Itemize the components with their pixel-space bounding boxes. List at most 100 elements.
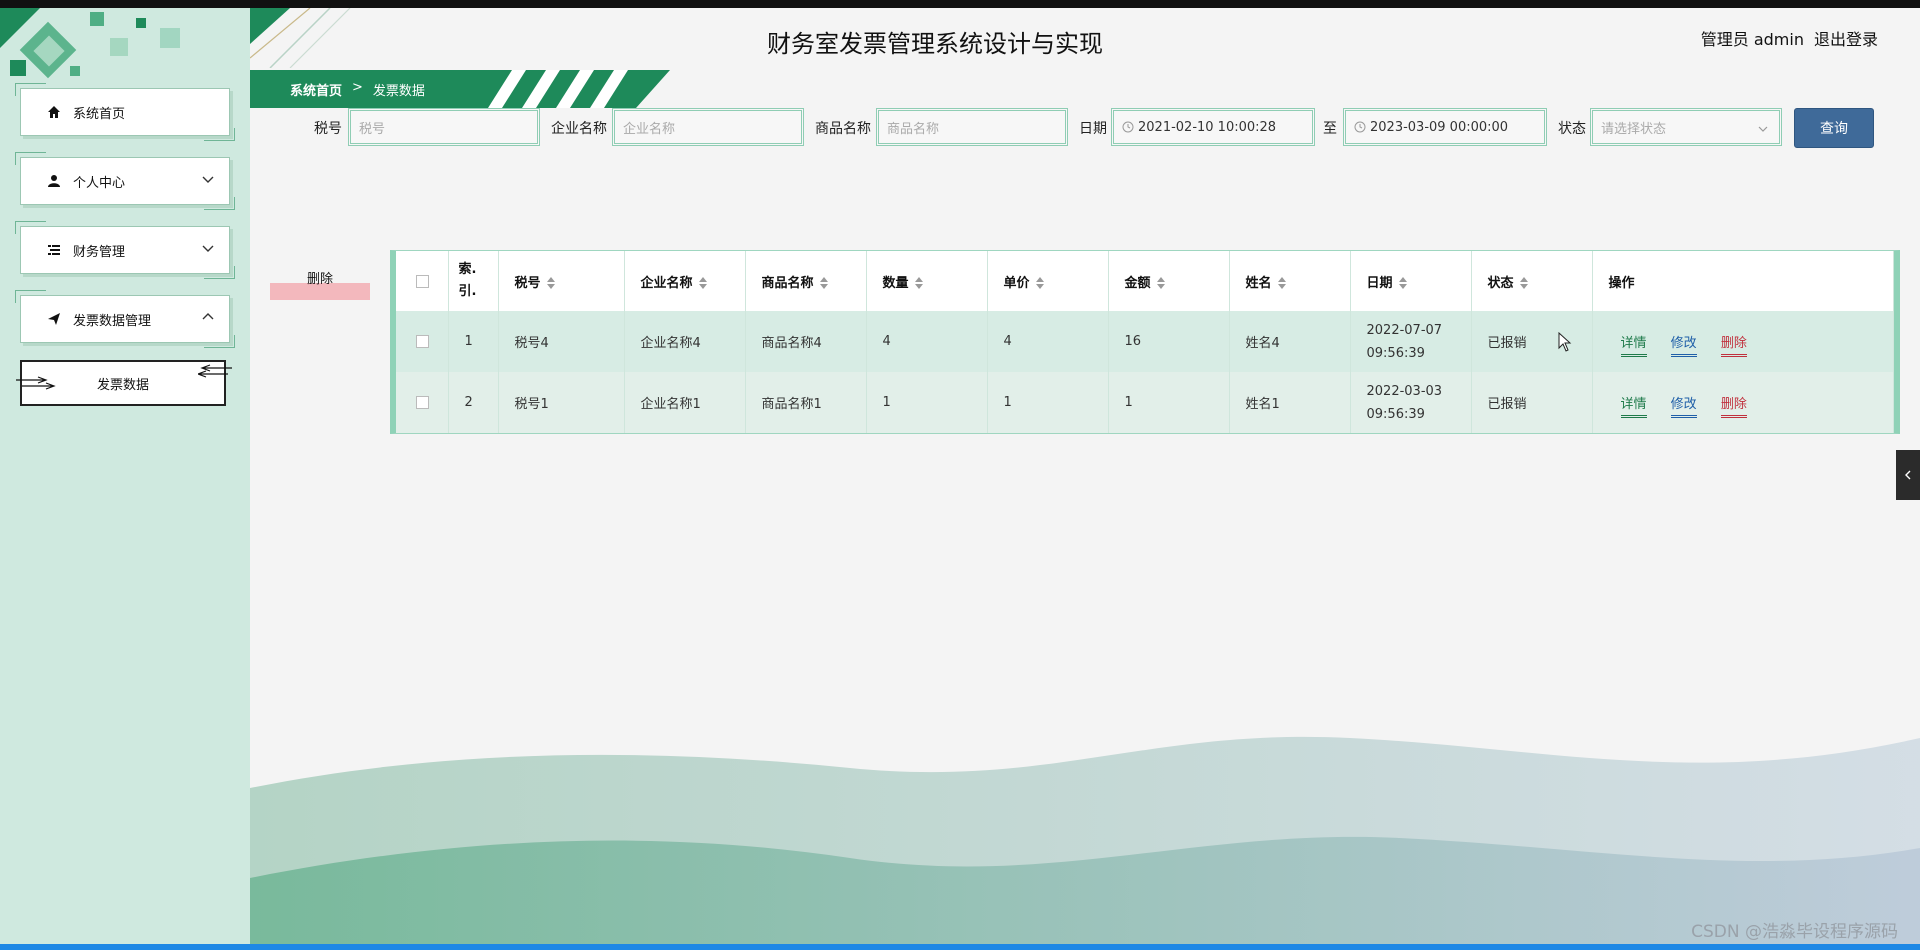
product-label: 商品名称 — [815, 121, 871, 137]
row-select-cell[interactable] — [396, 372, 449, 433]
date-label: 日期 — [1079, 121, 1107, 137]
cell-qty: 1 — [866, 372, 988, 433]
tax-no-input[interactable]: 税号 — [348, 108, 540, 146]
header-qty[interactable]: 数量 — [866, 251, 988, 311]
send-icon — [45, 310, 63, 328]
user-label: 管理员 admin — [1700, 30, 1804, 49]
cell-status: 已报销 — [1471, 311, 1593, 372]
mouse-cursor-icon — [1558, 332, 1572, 352]
cell-index: 2 — [448, 372, 499, 433]
cell-qty: 4 — [866, 311, 988, 372]
select-all-cell[interactable] — [396, 251, 449, 311]
cell-amount: 1 — [1108, 372, 1230, 433]
cell-product: 商品名称1 — [745, 372, 867, 433]
sort-icon[interactable] — [1035, 277, 1044, 289]
sidebar-subitem-invoice-data[interactable]: 发票数据 — [16, 360, 232, 406]
cell-actions: 详情 修改 删除 — [1592, 311, 1894, 372]
wave-background — [250, 736, 1920, 944]
cell-name: 姓名1 — [1229, 372, 1351, 433]
sort-icon[interactable] — [1519, 277, 1528, 289]
sidebar-item-invoice-management[interactable]: 发票数据管理 — [15, 290, 235, 348]
header-tax-no[interactable]: 税号 — [498, 251, 625, 311]
date-to-value: 2023-03-09 00:00:00 — [1370, 119, 1509, 135]
sidebar-subitem-label: 发票数据 — [96, 377, 149, 393]
tax-no-label: 税号 — [314, 121, 342, 137]
header-status[interactable]: 状态 — [1471, 251, 1593, 311]
arrows-icon — [16, 376, 56, 390]
sort-icon[interactable] — [1156, 277, 1165, 289]
breadcrumb-home[interactable]: 系统首页 — [290, 80, 342, 99]
sidebar-item-personal-center[interactable]: 个人中心 — [15, 152, 235, 210]
edit-button[interactable]: 修改 — [1670, 397, 1697, 418]
batch-delete-button[interactable]: 删除 — [270, 262, 370, 300]
window-top-bar — [0, 0, 1920, 8]
sidebar-item-label: 个人中心 — [73, 175, 126, 191]
breadcrumb: 系统首页 > 发票数据 — [290, 80, 425, 99]
date-to-label: 至 — [1323, 121, 1337, 137]
delete-button[interactable]: 删除 — [1720, 336, 1747, 357]
company-input[interactable]: 企业名称 — [612, 108, 804, 146]
chevron-down-icon — [202, 176, 214, 183]
delete-button[interactable]: 删除 — [1720, 397, 1747, 418]
query-button[interactable]: 查询 — [1794, 108, 1874, 148]
header-name[interactable]: 姓名 — [1229, 251, 1351, 311]
cell-actions: 详情 修改 删除 — [1592, 372, 1894, 433]
main-content: 财务室发票管理系统设计与实现 管理员 admin 退出登录 系统首页 > 发票数… — [250, 8, 1920, 944]
chevron-left-icon — [1905, 470, 1911, 480]
sidebar-item-label: 财务管理 — [73, 244, 126, 260]
row-checkbox[interactable] — [416, 396, 429, 409]
list-icon — [45, 241, 63, 259]
row-select-cell[interactable] — [396, 311, 449, 372]
status-select[interactable]: 请选择状态 — [1590, 108, 1782, 146]
company-label: 企业名称 — [551, 121, 607, 137]
cell-company: 企业名称4 — [624, 311, 746, 372]
header-index: 索. 引. — [448, 251, 499, 311]
table-header-row: 索. 引. 税号 企业名称 商品名称 数量 单价 金额 姓名 日期 状态 操作 — [396, 251, 1894, 311]
date-to-input[interactable]: 2023-03-09 00:00:00 — [1343, 108, 1547, 146]
chevron-up-icon — [202, 313, 214, 320]
status-label: 状态 — [1558, 121, 1586, 137]
logout-link[interactable]: 退出登录 — [1814, 26, 1878, 50]
edit-button[interactable]: 修改 — [1670, 336, 1697, 357]
product-input[interactable]: 商品名称 — [876, 108, 1068, 146]
select-all-checkbox[interactable] — [416, 274, 429, 288]
row-checkbox[interactable] — [416, 335, 429, 348]
page-title: 财务室发票管理系统设计与实现 — [767, 30, 1103, 58]
chevron-down-icon — [202, 245, 214, 252]
detail-button[interactable]: 详情 — [1620, 336, 1647, 357]
sidebar-item-label: 发票数据管理 — [73, 313, 152, 329]
header-date[interactable]: 日期 — [1350, 251, 1472, 311]
sort-icon[interactable] — [819, 277, 828, 289]
detail-button[interactable]: 详情 — [1620, 397, 1647, 418]
sort-icon[interactable] — [698, 277, 707, 289]
cell-company: 企业名称1 — [624, 372, 746, 433]
cell-tax-no: 税号4 — [498, 311, 625, 372]
chevron-down-icon — [1758, 126, 1768, 132]
invoice-table: 索. 引. 税号 企业名称 商品名称 数量 单价 金额 姓名 日期 状态 操作 1 — [390, 250, 1900, 434]
side-panel-toggle[interactable] — [1896, 450, 1920, 500]
watermark: CSDN @浩淼毕设程序源码 — [1691, 922, 1898, 942]
sort-icon[interactable] — [1277, 277, 1286, 289]
cell-tax-no: 税号1 — [498, 372, 625, 433]
sort-icon[interactable] — [546, 277, 555, 289]
date-from-value: 2021-02-10 10:00:28 — [1138, 119, 1277, 135]
header-actions: 操作 — [1592, 251, 1894, 311]
sort-icon[interactable] — [914, 277, 923, 289]
sidebar-item-finance[interactable]: 财务管理 — [15, 221, 235, 279]
sort-icon[interactable] — [1398, 277, 1407, 289]
user-icon — [45, 172, 63, 190]
cell-product: 商品名称4 — [745, 311, 867, 372]
header-product[interactable]: 商品名称 — [745, 251, 867, 311]
date-from-input[interactable]: 2021-02-10 10:00:28 — [1111, 108, 1315, 146]
header-price[interactable]: 单价 — [987, 251, 1109, 311]
header-company[interactable]: 企业名称 — [624, 251, 746, 311]
sidebar: 系统首页 个人中心 财务管理 发票数据管理 发票数据 — [0, 8, 250, 944]
cell-price: 1 — [987, 372, 1109, 433]
user-area: 管理员 admin 退出登录 — [1701, 26, 1878, 50]
header-amount[interactable]: 金额 — [1108, 251, 1230, 311]
sidebar-item-home[interactable]: 系统首页 — [15, 83, 235, 141]
status-select-placeholder: 请选择状态 — [1601, 121, 1667, 137]
cell-index: 1 — [448, 311, 499, 372]
clock-icon — [1354, 121, 1366, 133]
breadcrumb-separator: > — [352, 80, 363, 95]
